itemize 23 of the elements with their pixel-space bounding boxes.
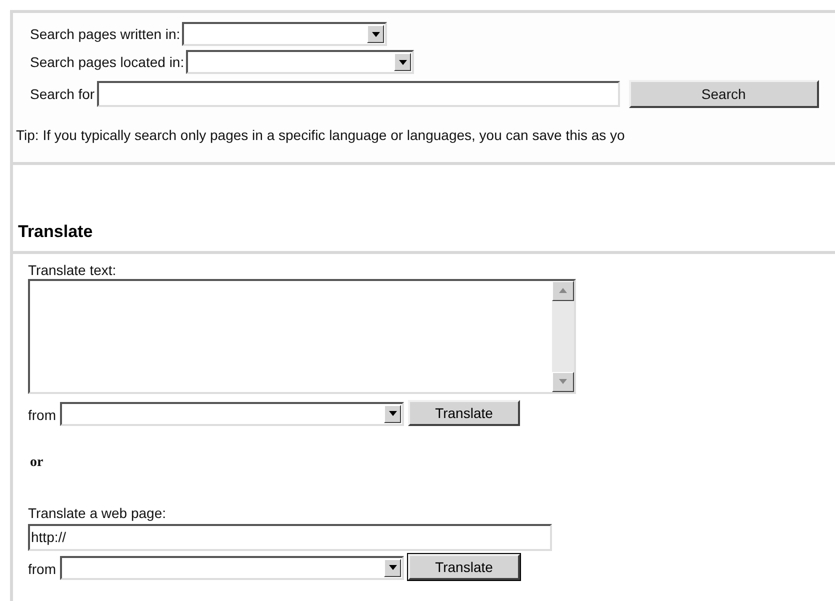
scroll-down-icon[interactable] [552, 372, 574, 392]
dropdown[interactable] [60, 402, 404, 426]
translate-button[interactable]: Translate [408, 400, 520, 426]
or-text: or [30, 454, 44, 472]
section-heading: Translate [18, 222, 93, 241]
tip-text: Tip: If you typically search only pages in a specific language or languages, you can save this as yo [16, 127, 625, 143]
dropdown[interactable] [182, 22, 388, 46]
from-label: from [28, 560, 56, 578]
text-area[interactable] [28, 278, 576, 394]
search-for-label: Search for [30, 84, 95, 104]
translate-text-label: Translate text: [28, 260, 118, 278]
scroll-up-icon[interactable] [552, 280, 574, 300]
location-label: Search pages located in: [30, 52, 184, 72]
language-label: Search pages written in: [30, 24, 180, 44]
translate-button[interactable]: Translate [408, 554, 520, 580]
dropdown[interactable] [60, 556, 404, 580]
scrollbar[interactable] [552, 280, 574, 392]
translate-page-label: Translate a web page: [28, 504, 168, 523]
search-field[interactable] [96, 81, 620, 107]
from-label: from [28, 406, 56, 424]
dropdown[interactable] [186, 50, 414, 74]
search-button[interactable]: Search [628, 80, 819, 108]
url-field[interactable]: http:// [28, 524, 552, 550]
